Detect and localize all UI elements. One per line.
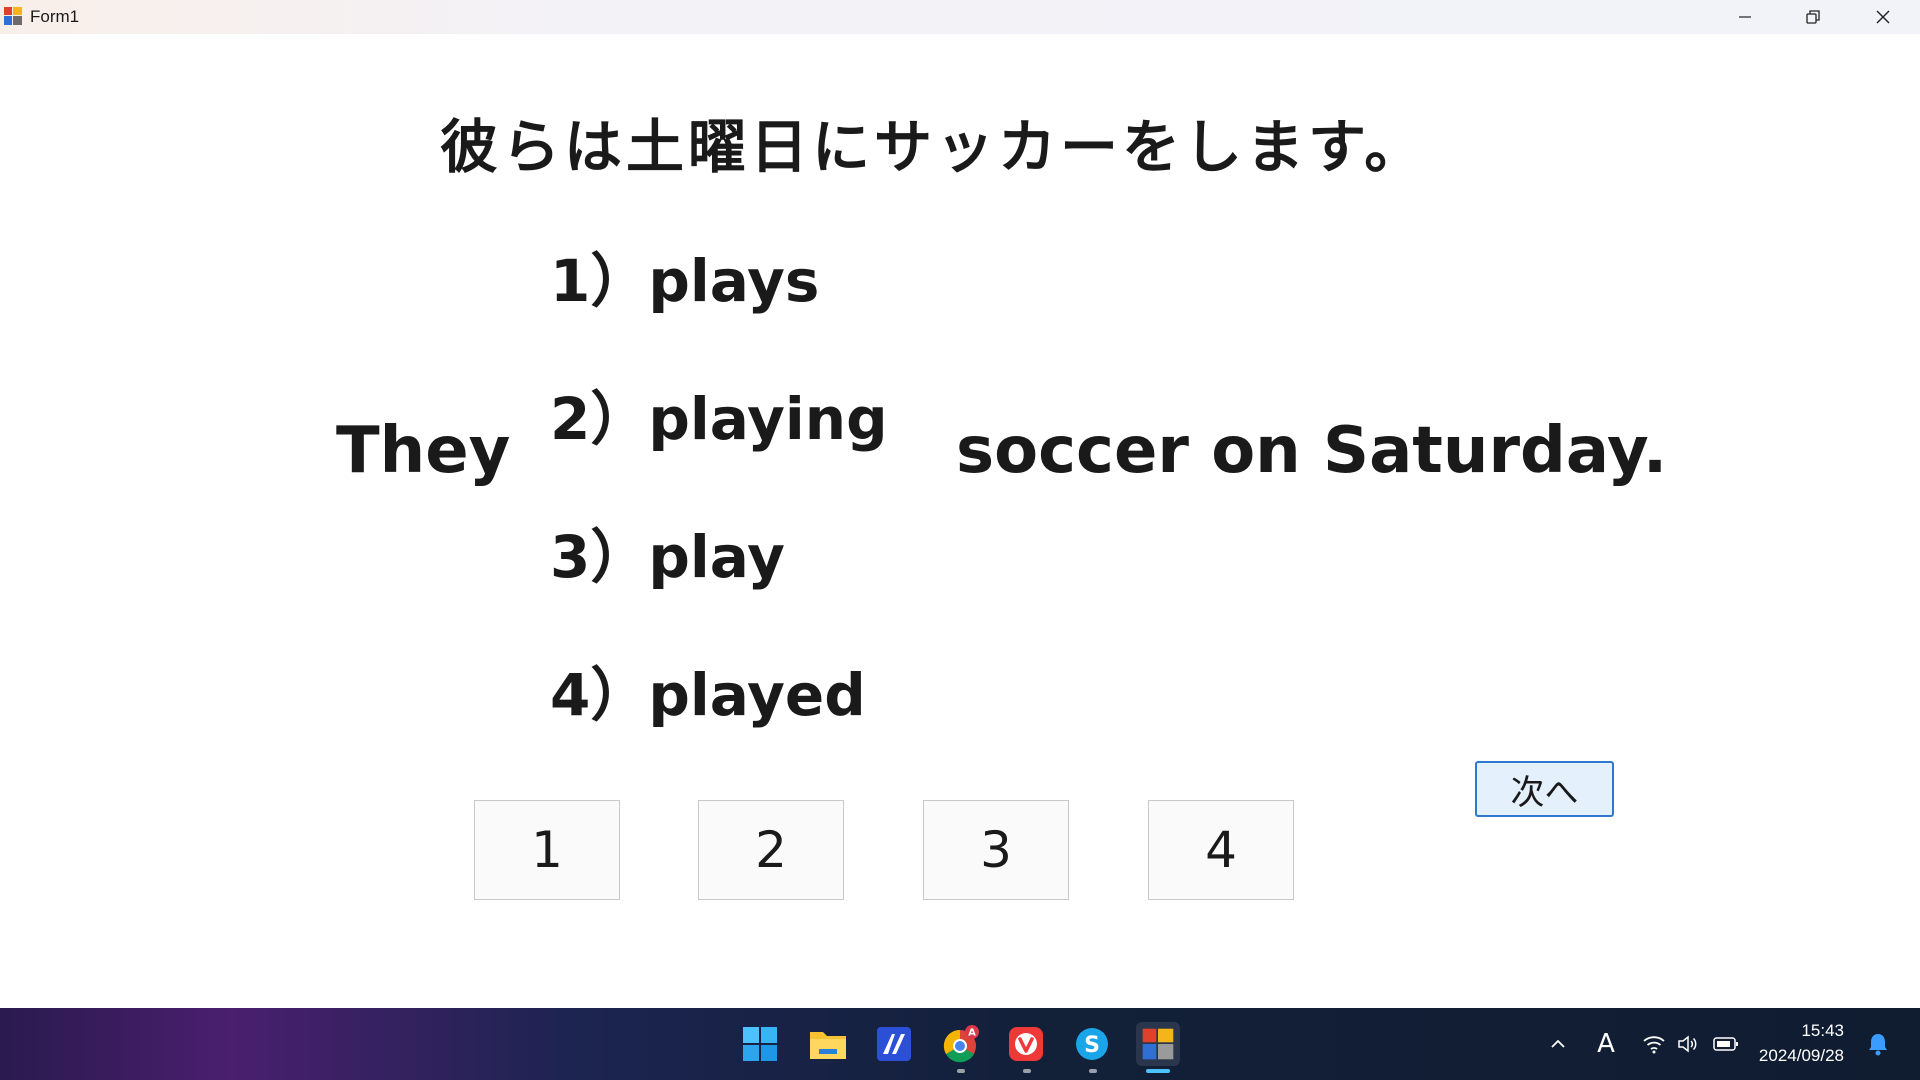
editor-app-icon[interactable] xyxy=(872,1022,916,1066)
clock-time[interactable]: 15:43 xyxy=(1801,1021,1844,1041)
chrome-profile-badge: A xyxy=(968,1028,976,1039)
battery-icon[interactable] xyxy=(1710,1028,1742,1060)
close-icon xyxy=(1876,10,1890,24)
option-1-label: 1）plays xyxy=(550,247,820,315)
windows-start-icon[interactable] xyxy=(738,1022,782,1066)
close-button[interactable] xyxy=(1848,0,1918,34)
minimize-icon xyxy=(1739,16,1751,18)
answer-button-4[interactable]: 4 xyxy=(1148,800,1294,900)
running-indicator xyxy=(1089,1069,1097,1073)
running-indicator xyxy=(957,1069,965,1073)
form-app-icon xyxy=(3,6,23,26)
notification-bell-icon[interactable] xyxy=(1862,1028,1894,1060)
active-indicator xyxy=(1146,1069,1170,1073)
minimize-button[interactable] xyxy=(1710,0,1780,34)
form-client-area: 彼らは土曜日にサッカーをします。 They soccer on Saturday… xyxy=(0,34,1920,1008)
restore-icon xyxy=(1806,10,1820,24)
ime-indicator[interactable]: A xyxy=(1590,1028,1622,1060)
window-title: Form1 xyxy=(30,7,80,26)
form-app-taskbar-icon[interactable] xyxy=(1136,1022,1180,1066)
app-window: Form1 彼らは土曜日にサッカーをします。 They soccer on Sa… xyxy=(0,0,1920,1008)
option-2-label: 2）playing xyxy=(550,385,888,453)
title-bar[interactable]: Form1 xyxy=(0,0,1920,34)
clock-date[interactable]: 2024/09/28 xyxy=(1759,1046,1844,1066)
vivaldi-icon[interactable] xyxy=(1004,1022,1048,1066)
svg-text:S: S xyxy=(1084,1033,1100,1058)
wifi-icon[interactable] xyxy=(1638,1028,1670,1060)
volume-icon[interactable] xyxy=(1672,1028,1704,1060)
chevron-up-icon[interactable] xyxy=(1542,1028,1574,1060)
skype-icon[interactable]: S xyxy=(1070,1022,1114,1066)
option-3-label: 3）play xyxy=(550,523,785,591)
option-4-label: 4）played xyxy=(550,661,866,729)
answer-button-1[interactable]: 1 xyxy=(474,800,620,900)
sentence-before-blank: They xyxy=(336,414,511,488)
running-indicator xyxy=(1023,1069,1031,1073)
file-explorer-icon[interactable] xyxy=(806,1022,850,1066)
answer-button-2[interactable]: 2 xyxy=(698,800,844,900)
chrome-icon[interactable]: A xyxy=(938,1022,982,1066)
answer-button-3[interactable]: 3 xyxy=(923,800,1069,900)
restore-button[interactable] xyxy=(1778,0,1848,34)
next-button[interactable]: 次へ xyxy=(1475,761,1614,817)
japanese-sentence: 彼らは土曜日にサッカーをします。 xyxy=(440,113,1427,181)
taskbar: A S A 15:43 2024/09/28 xyxy=(0,1008,1920,1080)
sentence-after-blank: soccer on Saturday. xyxy=(956,414,1668,488)
